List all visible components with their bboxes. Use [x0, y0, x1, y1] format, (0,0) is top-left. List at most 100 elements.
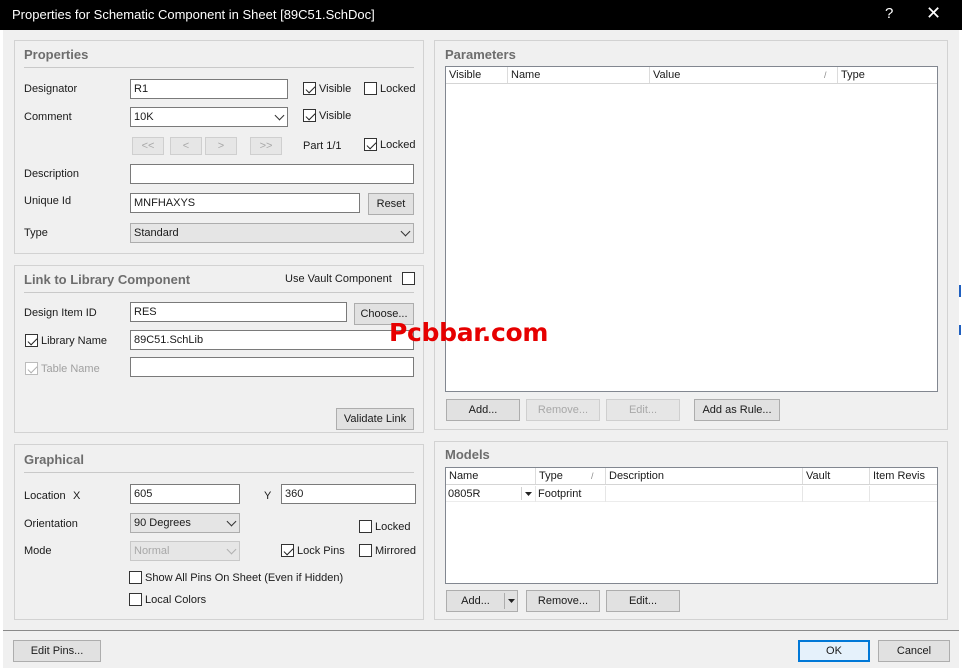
type-label: Type: [24, 227, 48, 239]
add-as-rule-button[interactable]: Add as Rule...: [694, 399, 780, 421]
parameters-add-button[interactable]: Add...: [446, 399, 520, 421]
graphical-title: Graphical: [24, 452, 84, 467]
use-vault-label: Use Vault Component: [285, 273, 392, 285]
part-label: Part 1/1: [303, 140, 342, 152]
model-name-cell[interactable]: 0805R: [446, 486, 536, 502]
column-header-visible[interactable]: Visible: [446, 67, 508, 83]
models-edit-button[interactable]: Edit...: [606, 590, 680, 612]
description-input[interactable]: [130, 164, 414, 184]
model-description-cell: [606, 486, 803, 502]
lock-pins-label: Lock Pins: [297, 545, 345, 557]
library-name-checkbox[interactable]: [25, 334, 38, 347]
models-grid[interactable]: Name Type / Description Vault Item Revis…: [445, 467, 938, 584]
unique-id-input[interactable]: MNFHAXYS: [130, 193, 360, 213]
chevron-down-icon: [226, 516, 237, 527]
close-icon[interactable]: ✕: [926, 3, 941, 24]
models-title: Models: [445, 447, 490, 462]
designator-visible-checkbox[interactable]: [303, 82, 316, 95]
table-row[interactable]: 0805R Footprint: [446, 486, 937, 502]
graphical-locked-checkbox[interactable]: [359, 520, 372, 533]
mirrored-label: Mirrored: [375, 545, 416, 557]
table-name-checkbox[interactable]: [25, 362, 38, 375]
mode-combo[interactable]: Normal: [130, 541, 240, 561]
column-header-model-type[interactable]: Type /: [536, 468, 606, 484]
models-add-split-button[interactable]: Add...: [446, 590, 518, 612]
use-vault-checkbox[interactable]: [402, 272, 415, 285]
model-type-cell: Footprint: [536, 486, 606, 502]
local-colors-label: Local Colors: [145, 594, 207, 606]
table-name-input[interactable]: [130, 357, 414, 377]
next-part-button[interactable]: >: [205, 137, 237, 155]
first-part-button[interactable]: <<: [132, 137, 164, 155]
dialog-footer: Edit Pins... OK Cancel: [3, 630, 959, 668]
designator-input[interactable]: R1: [130, 79, 288, 99]
type-combo[interactable]: Standard: [130, 223, 414, 243]
previous-part-button[interactable]: <: [170, 137, 202, 155]
last-part-button[interactable]: >>: [250, 137, 282, 155]
library-link-panel: Link to Library Component Use Vault Comp…: [14, 265, 424, 433]
type-value: Standard: [134, 227, 179, 239]
orientation-value: 90 Degrees: [134, 517, 191, 529]
help-icon[interactable]: ?: [885, 5, 893, 22]
split-divider: [504, 593, 505, 609]
validate-link-button[interactable]: Validate Link: [336, 408, 414, 430]
comment-visible-label: Visible: [319, 110, 352, 122]
designator-locked-checkbox[interactable]: [364, 82, 377, 95]
table-name-label: Table Name: [41, 363, 100, 375]
orientation-label: Orientation: [24, 518, 78, 530]
description-label: Description: [24, 168, 80, 180]
design-item-input[interactable]: RES: [130, 302, 347, 322]
chevron-down-icon: [274, 110, 285, 121]
column-header-model-name[interactable]: Name: [446, 468, 536, 484]
column-header-model-item-revision[interactable]: Item Revis: [870, 468, 937, 484]
library-name-input[interactable]: 89C51.SchLib: [130, 330, 414, 350]
model-name-dropdown[interactable]: [521, 487, 534, 500]
orientation-combo[interactable]: 90 Degrees: [130, 513, 240, 533]
column-header-model-type-label: Type: [539, 470, 563, 482]
lock-pins-checkbox[interactable]: [281, 544, 294, 557]
reset-button[interactable]: Reset: [368, 193, 414, 215]
column-header-model-vault[interactable]: Vault: [803, 468, 870, 484]
location-y-input[interactable]: 360: [281, 484, 416, 504]
chevron-down-icon: [226, 544, 237, 555]
show-all-pins-checkbox[interactable]: [129, 571, 142, 584]
background-window-edge: [959, 285, 961, 297]
comment-value: 10K: [134, 111, 154, 123]
models-grid-header: Name Type / Description Vault Item Revis: [446, 468, 937, 485]
comment-visible-checkbox[interactable]: [303, 109, 316, 122]
edit-pins-button[interactable]: Edit Pins...: [13, 640, 101, 662]
caret-down-icon[interactable]: [507, 596, 516, 605]
location-x-input[interactable]: 605: [130, 484, 240, 504]
models-add-label: Add...: [461, 595, 490, 607]
design-item-label: Design Item ID: [24, 307, 97, 319]
mirrored-checkbox[interactable]: [359, 544, 372, 557]
parameters-edit-button[interactable]: Edit...: [606, 399, 680, 421]
parameters-remove-button[interactable]: Remove...: [526, 399, 600, 421]
library-link-divider: [24, 292, 414, 293]
part-locked-label: Locked: [380, 139, 416, 151]
models-panel: Models Name Type / Description Vault Ite…: [434, 441, 948, 620]
location-x-label: X: [73, 490, 81, 502]
designator-visible-label: Visible: [319, 83, 352, 95]
graphical-divider: [24, 472, 414, 473]
column-header-model-description[interactable]: Description: [606, 468, 803, 484]
column-header-type[interactable]: Type: [838, 67, 937, 83]
library-link-title: Link to Library Component: [24, 272, 191, 287]
mode-label: Mode: [24, 545, 52, 557]
comment-combo[interactable]: 10K: [130, 107, 288, 127]
cancel-button[interactable]: Cancel: [878, 640, 950, 662]
model-name-value: 0805R: [448, 488, 481, 500]
column-header-name[interactable]: Name: [508, 67, 650, 83]
chevron-down-icon: [400, 226, 411, 237]
comment-label: Comment: [24, 111, 72, 123]
background-window-edge: [959, 325, 961, 335]
ok-button[interactable]: OK: [798, 640, 870, 662]
properties-title: Properties: [24, 47, 89, 62]
column-header-value[interactable]: Value /: [650, 67, 838, 83]
part-locked-checkbox[interactable]: [364, 138, 377, 151]
parameters-title: Parameters: [445, 47, 516, 62]
designator-locked-label: Locked: [380, 83, 416, 95]
local-colors-checkbox[interactable]: [129, 593, 142, 606]
mode-value: Normal: [134, 545, 170, 557]
models-remove-button[interactable]: Remove...: [526, 590, 600, 612]
